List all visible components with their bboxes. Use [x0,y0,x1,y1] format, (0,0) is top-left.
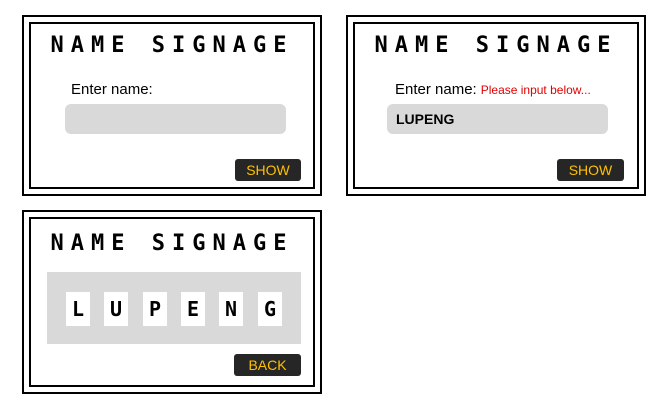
panel-title: NAME SIGNAGE [50,33,294,58]
name-input[interactable]: LUPENG [387,104,608,134]
enter-name-text: Enter name: [395,81,477,98]
panel-title: NAME SIGNAGE [374,33,618,58]
back-button[interactable]: BACK [234,354,301,376]
letter-tile: L [66,292,90,326]
enter-name-label: Enter name: Please input below... [395,81,591,98]
show-button[interactable]: SHOW [557,159,624,181]
signage-panel-input-empty: NAME SIGNAGE Enter name: SHOW [22,15,322,196]
letter-tile: G [258,292,282,326]
show-button[interactable]: SHOW [235,159,301,181]
signage-panel-display: NAME SIGNAGE L U P E N G BACK [22,210,322,394]
letter-tile: U [104,292,128,326]
input-hint: Please input below... [480,83,591,97]
panel-title: NAME SIGNAGE [50,231,294,256]
enter-name-label: Enter name: [71,81,153,98]
letter-tile: E [181,292,205,326]
letter-tile: N [219,292,243,326]
letters-display: L U P E N G [47,272,301,344]
name-input[interactable] [65,104,286,134]
letter-tile: P [143,292,167,326]
signage-panel-input-filled: NAME SIGNAGE Enter name: Please input bel… [346,15,646,196]
